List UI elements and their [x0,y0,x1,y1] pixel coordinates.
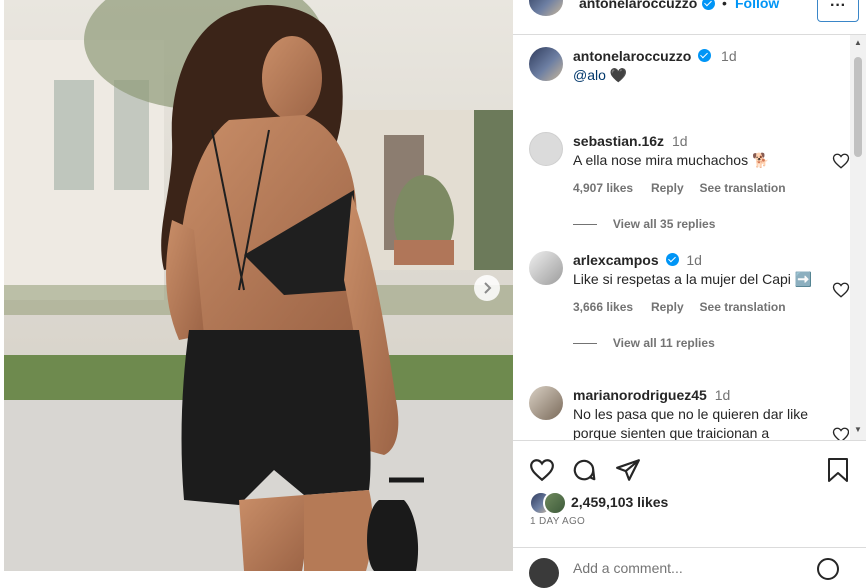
author-username[interactable]: antonelaroccuzzo [579,0,697,11]
add-comment-row [513,547,866,588]
post-header: antonelaroccuzzo • Follow ··· [513,0,866,35]
verified-badge-icon [698,49,712,62]
author-avatar[interactable] [529,47,563,81]
comment-item: marianorodriguez45 1d No les pasa que no… [529,386,849,440]
comment-text: A ella nose mira muchachos 🐕 [573,152,770,168]
share-icon[interactable] [615,457,641,488]
view-replies-button[interactable]: View all 11 replies [613,336,715,350]
scroll-up-arrow-icon[interactable]: ▲ [854,38,862,47]
more-options-button[interactable]: ··· [817,0,859,22]
comments-scrollbar[interactable]: ▲ ▼ [850,35,866,440]
verified-badge-icon [702,0,715,10]
verified-badge-icon [665,253,679,266]
follow-button[interactable]: Follow [735,0,779,11]
caption-username[interactable]: antonelaroccuzzo [573,48,691,64]
comment-text: Like si respetas a la mujer del Capi ➡️ [573,271,813,287]
view-replies-button[interactable]: View all 35 replies [613,217,716,231]
caption-text: @alo 🖤 [573,67,628,83]
comments-panel: antonelaroccuzzo • Follow ··· antonelaro… [513,0,866,588]
comment-likes[interactable]: 4,907 likes [573,181,633,195]
comment-time: 1d [671,133,688,149]
reply-button[interactable]: Reply [651,181,684,195]
post-photo[interactable] [4,0,513,571]
avatar[interactable] [529,386,563,420]
comment-like-icon[interactable] [832,152,850,170]
author-avatar[interactable] [529,0,563,16]
add-comment-input[interactable] [571,558,805,578]
replies-divider [573,223,597,225]
see-translation-button[interactable]: See translation [700,181,786,195]
heart-icon[interactable] [529,457,555,488]
separator-dot: • [722,0,727,11]
comment-like-icon[interactable] [832,281,850,299]
more-icon: ··· [830,0,846,14]
comment-time: 1d [714,387,731,403]
save-icon[interactable] [826,457,850,488]
likes-count[interactable]: 2,459,103 likes [571,494,668,510]
next-arrow-icon [474,282,500,304]
avatar[interactable] [529,132,563,166]
replies-divider [573,342,597,344]
avatar[interactable] [529,251,563,285]
reply-button[interactable]: Reply [651,300,684,314]
current-user-avatar [529,558,559,588]
emoji-icon[interactable] [817,558,839,580]
comment-username[interactable]: sebastian.16z [573,133,664,149]
comment-likes[interactable]: 3,666 likes [573,300,633,314]
scrollbar-thumb[interactable] [854,57,862,157]
comment-username[interactable]: marianorodriguez45 [573,387,707,403]
comment-username[interactable]: arlexcampos [573,252,659,268]
comment-like-icon[interactable] [832,426,849,440]
next-photo-button[interactable] [474,275,500,301]
post-date: 1 DAY AGO [530,516,586,527]
see-translation-button[interactable]: See translation [700,300,786,314]
comment-time: 1d [686,252,702,268]
comment-icon[interactable] [571,457,597,488]
scroll-down-arrow-icon[interactable]: ▼ [854,425,862,434]
photo-image [4,0,513,571]
liked-by-avatar[interactable] [543,491,567,515]
post-actions: 2,459,103 likes 1 DAY AGO [513,440,866,588]
comment-text: No les pasa que no le quieren dar like p… [573,406,809,440]
caption-time: 1d [721,48,737,64]
